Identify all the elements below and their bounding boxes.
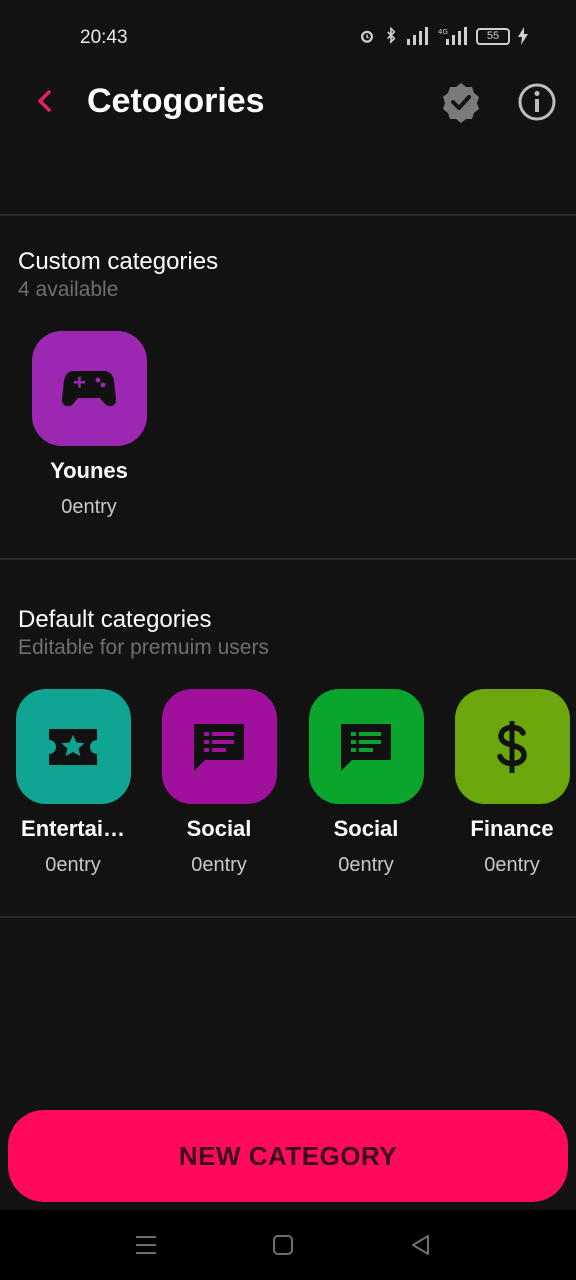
home-square-icon[interactable]: [270, 1232, 296, 1258]
status-icons: 4G 55: [358, 26, 528, 46]
info-icon[interactable]: [516, 81, 558, 123]
battery-icon: 55: [476, 27, 510, 45]
category-name: Social: [186, 816, 252, 841]
category-tile: [15, 689, 131, 804]
divider: [0, 558, 576, 560]
bluetooth-icon: [387, 26, 396, 44]
back-arrow-icon[interactable]: [30, 86, 60, 116]
category-name: Finance: [470, 816, 554, 841]
charging-icon: [518, 27, 528, 45]
category-count: 0entry: [45, 854, 101, 876]
category-tile: [161, 689, 277, 804]
menu-icon[interactable]: [133, 1232, 159, 1258]
category-item-entertainment[interactable]: Entertai… 0entry: [0, 689, 146, 877]
category-name: Social: [333, 816, 399, 841]
back-triangle-icon[interactable]: [408, 1232, 434, 1258]
category-name: Younes: [50, 458, 128, 483]
gamepad-icon: [62, 370, 116, 406]
default-section-subtitle: Editable for premuim users: [18, 636, 269, 659]
category-name: Entertai…: [21, 816, 125, 841]
dollar-icon: [497, 720, 527, 773]
category-count: 0entry: [338, 854, 394, 876]
divider: [0, 214, 576, 216]
custom-section-title: Custom categories: [18, 248, 219, 275]
category-item-finance[interactable]: Finance 0entry: [439, 689, 576, 877]
status-bar: 20:43 4G 55: [0, 0, 576, 76]
category-count: 0entry: [61, 496, 117, 518]
app-bar: Cetogories: [0, 76, 576, 132]
verified-badge-icon[interactable]: [440, 81, 482, 123]
signal-4g-icon: 4G: [438, 27, 467, 45]
chat-icon: [341, 723, 391, 771]
ticket-star-icon: [49, 728, 97, 765]
category-tile: [308, 689, 424, 804]
category-tile: [454, 689, 570, 804]
alarm-icon: [361, 30, 373, 43]
category-count: 0entry: [191, 854, 247, 876]
status-time: 20:43: [80, 27, 128, 48]
page-title: Cetogories: [87, 82, 265, 120]
divider: [0, 916, 576, 918]
category-item-social[interactable]: Social 0entry: [293, 689, 439, 877]
svg-text:4G: 4G: [438, 28, 448, 36]
category-item-younes[interactable]: Younes 0entry: [16, 331, 162, 519]
signal-icon: [407, 27, 428, 45]
category-tile: [31, 331, 147, 446]
category-item-social[interactable]: Social 0entry: [146, 689, 292, 877]
category-count: 0entry: [484, 854, 540, 876]
default-section-title: Default categories: [18, 606, 212, 633]
system-nav-bar: [0, 1210, 576, 1280]
chat-icon: [194, 723, 244, 771]
custom-section-subtitle: 4 available: [18, 278, 119, 301]
new-category-button[interactable]: NEW CATEGORY: [8, 1110, 568, 1202]
